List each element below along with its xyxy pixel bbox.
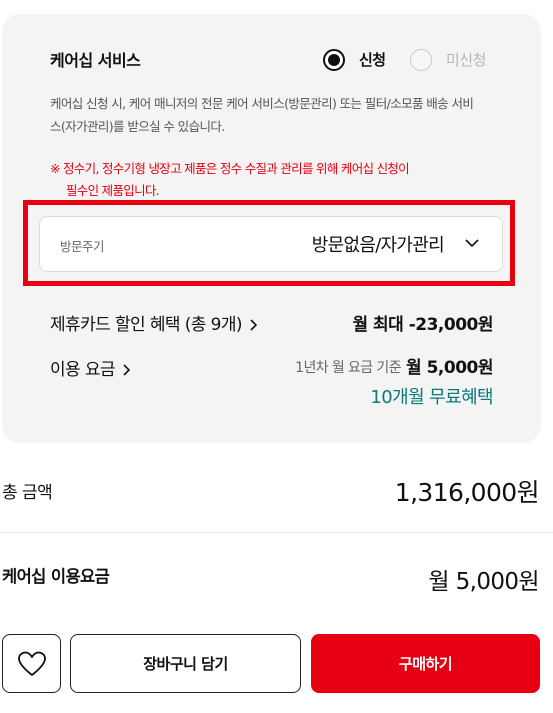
total-amount-value: 1,316,000원: [394, 478, 540, 507]
care-service-title: 케어십 서비스: [50, 51, 141, 70]
visit-cycle-select[interactable]: 방문주기 방문없음/자가관리: [39, 216, 503, 272]
chevron-right-icon: [250, 319, 258, 331]
care-fee-label: 케어십 이용요금: [2, 567, 110, 586]
usage-fee-value: 월 5,000원: [406, 358, 493, 378]
radio-apply[interactable]: [323, 49, 345, 71]
care-fee-value: 월 5,000원: [428, 569, 539, 595]
heart-icon: [17, 651, 46, 676]
buy-button[interactable]: 구매하기: [311, 634, 540, 693]
card-discount-value: 월 최대 -23,000원: [352, 315, 493, 335]
radio-not-apply[interactable]: [410, 49, 432, 71]
usage-fee-label: 이용 요금: [50, 360, 116, 380]
free-benefit-text: 10개월 무료혜택: [370, 387, 493, 408]
wishlist-button[interactable]: [2, 634, 61, 693]
chevron-right-icon: [123, 364, 131, 376]
care-service-notice: ※ 정수기, 정수기형 냉장고 제품은 정수 수질과 관리를 위해 케어십 신청…: [50, 158, 500, 202]
card-discount-label: 제휴카드 할인 혜택 (총 9개): [50, 315, 243, 335]
usage-fee-basis: 1년차 월 요금 기준: [295, 360, 401, 376]
card-discount-link[interactable]: 제휴카드 할인 혜택 (총 9개): [50, 310, 258, 335]
radio-apply-label[interactable]: 신청: [359, 49, 386, 70]
care-service-description: 케어십 신청 시, 케어 매니저의 전문 케어 서비스(방문관리) 또는 필터/…: [50, 96, 474, 134]
notice-line-1: ※ 정수기, 정수기형 냉장고 제품은 정수 수질과 관리를 위해 케어십 신청…: [50, 161, 410, 176]
chevron-down-icon: [465, 239, 479, 248]
add-to-cart-button[interactable]: 장바구니 담기: [70, 634, 301, 693]
notice-line-2: 필수인 제품입니다.: [66, 183, 160, 198]
divider: [0, 532, 553, 533]
usage-fee-link[interactable]: 이용 요금: [50, 355, 131, 380]
radio-not-apply-label[interactable]: 미신청: [446, 49, 486, 70]
visit-cycle-value: 방문없음/자가관리: [311, 235, 445, 256]
visit-cycle-label: 방문주기: [60, 239, 105, 254]
total-amount-label: 총 금액: [2, 483, 53, 503]
